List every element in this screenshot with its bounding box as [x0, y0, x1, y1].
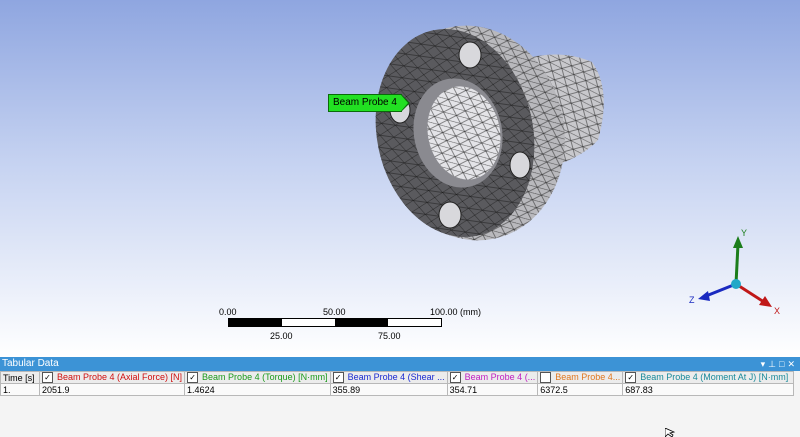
column-header-probe-6[interactable]: Beam Probe 4...	[537, 370, 624, 385]
tabular-data-panel: Tabular Data ▾⊥□✕ Time [s] ✓ Beam Probe 4…	[0, 357, 800, 437]
column-header-torque[interactable]: ✓ Beam Probe 4 (Torque) [N·mm]	[184, 370, 331, 385]
graphics-viewport[interactable]: Beam Probe 4 0.00 50.00 100.00 (mm) 25.0…	[0, 0, 800, 357]
scale-label-50: 50.00	[323, 307, 346, 317]
tabular-data-title: Tabular Data	[2, 358, 59, 369]
column-checkbox[interactable]: ✓	[625, 372, 637, 383]
column-checkbox[interactable]: ✓	[187, 372, 199, 383]
column-header-probe-5[interactable]: ✓ Beam Probe 4 (...	[446, 370, 539, 385]
mouse-cursor-icon	[665, 428, 676, 437]
beam-probe-label[interactable]: Beam Probe 4	[328, 94, 410, 112]
scale-label-25: 25.00	[270, 331, 293, 341]
scale-label-100: 100.00 (mm)	[430, 307, 482, 317]
tabular-data-header: Tabular Data ▾⊥□✕	[0, 357, 800, 371]
scale-label-0: 0.00	[219, 307, 237, 317]
table-cell[interactable]: 354.71	[446, 383, 539, 397]
column-checkbox[interactable]: ✓	[449, 372, 461, 383]
scale-bar-track	[228, 318, 442, 327]
table-row[interactable]: 1. 2051.9 1.4624 355.89 354.71 6372.5 68…	[0, 383, 795, 397]
column-checkbox[interactable]: ✓	[332, 372, 344, 383]
table-cell[interactable]: 687.83	[622, 383, 795, 397]
column-header-time[interactable]: Time [s]	[0, 370, 40, 385]
tabular-data-table[interactable]: Time [s] ✓ Beam Probe 4 (Axial Force) [N]…	[0, 370, 795, 397]
scale-label-75: 75.00	[378, 331, 401, 341]
table-header-row: Time [s] ✓ Beam Probe 4 (Axial Force) [N]…	[0, 370, 795, 385]
column-header-shear[interactable]: ✓ Beam Probe 4 (Shear ...	[329, 370, 448, 385]
column-checkbox[interactable]	[540, 372, 552, 383]
triad-z-label: Z	[689, 295, 695, 305]
axis-triad[interactable]: Y X Z	[680, 222, 790, 322]
column-header-moment-at-j[interactable]: ✓ Beam Probe 4 (Moment At J) [N·mm]	[622, 370, 795, 385]
pin-icon[interactable]: ⊥	[768, 359, 779, 369]
table-cell[interactable]: 1.4624	[184, 383, 331, 397]
triad-y-label: Y	[741, 228, 747, 238]
table-cell[interactable]: 6372.5	[537, 383, 624, 397]
table-cell[interactable]: 2051.9	[38, 383, 186, 397]
close-icon[interactable]: ✕	[787, 359, 798, 369]
table-cell[interactable]: 355.89	[329, 383, 448, 397]
column-checkbox[interactable]: ✓	[42, 372, 53, 383]
table-cell[interactable]: 1.	[0, 383, 40, 397]
column-header-axial-force[interactable]: ✓ Beam Probe 4 (Axial Force) [N]	[38, 370, 186, 385]
triad-x-label: X	[774, 306, 780, 316]
